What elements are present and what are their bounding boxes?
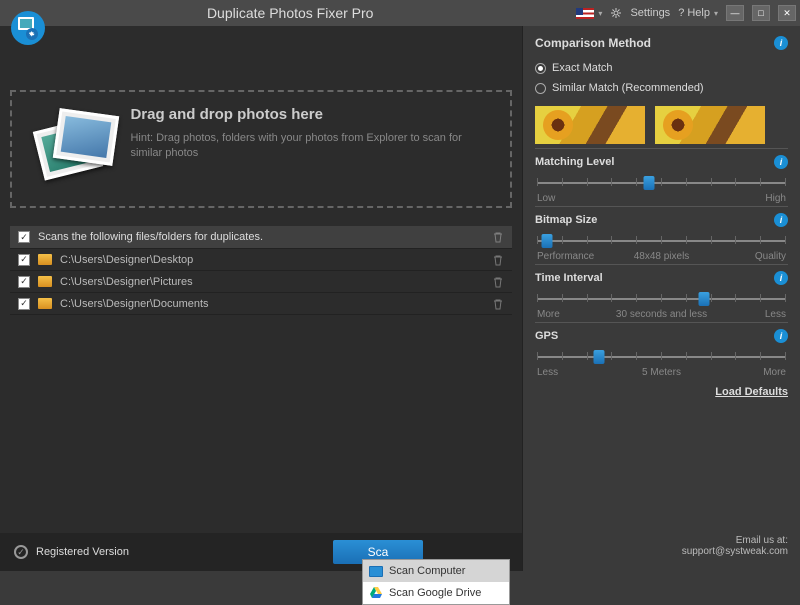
help-link[interactable]: ? Help xyxy=(678,7,710,19)
slider-matching-level[interactable] xyxy=(537,173,786,193)
setting-title: Matching Level xyxy=(535,156,614,168)
list-row[interactable]: ✓ C:\Users\Designer\Pictures xyxy=(10,270,512,292)
info-icon[interactable]: i xyxy=(774,155,788,169)
checkbox-all[interactable]: ✓ xyxy=(18,231,30,243)
setting-title: Time Interval xyxy=(535,272,603,284)
minimize-button[interactable]: — xyxy=(726,5,744,21)
app-title: Duplicate Photos Fixer Pro xyxy=(4,5,576,21)
email-label: Email us at: xyxy=(535,535,788,546)
list-header-text: Scans the following files/folders for du… xyxy=(38,231,263,243)
slider-bitmap-size[interactable] xyxy=(537,231,786,251)
info-icon[interactable]: i xyxy=(774,36,788,50)
monitor-icon xyxy=(369,566,383,577)
list-path: C:\Users\Designer\Pictures xyxy=(60,276,193,288)
sidebar: Comparison Method i Exact Match Similar … xyxy=(522,26,800,571)
info-icon[interactable]: i xyxy=(774,329,788,343)
trash-icon[interactable] xyxy=(492,254,504,266)
list-header: ✓ Scans the following files/folders for … xyxy=(10,226,512,248)
preview-thumbnail xyxy=(655,106,765,144)
checkbox[interactable]: ✓ xyxy=(18,254,30,266)
slider-thumb[interactable] xyxy=(644,176,655,190)
drop-hint: Hint: Drag photos, folders with your pho… xyxy=(130,131,490,162)
slider-gps[interactable] xyxy=(537,347,786,367)
list-path: C:\Users\Designer\Desktop xyxy=(60,254,193,266)
setting-title: Bitmap Size xyxy=(535,214,597,226)
slider-thumb[interactable] xyxy=(541,234,552,248)
slider-thumb[interactable] xyxy=(594,350,605,364)
list-row[interactable]: ✓ C:\Users\Designer\Desktop xyxy=(10,248,512,270)
check-circle-icon: ✓ xyxy=(14,545,28,559)
setting-title: GPS xyxy=(535,330,558,342)
email-address[interactable]: support@systweak.com xyxy=(535,546,788,557)
checkbox[interactable]: ✓ xyxy=(18,298,30,310)
trash-icon[interactable] xyxy=(492,276,504,288)
footer-contact: Email us at: support@systweak.com xyxy=(535,529,788,565)
settings-link[interactable]: Settings xyxy=(630,7,670,19)
main-panel: Drag and drop photos here Hint: Drag pho… xyxy=(0,26,522,571)
language-flag-icon[interactable] xyxy=(576,8,594,19)
radio-label: Exact Match xyxy=(552,62,613,74)
app-logo-icon xyxy=(10,10,46,46)
list-row[interactable]: ✓ C:\Users\Designer\Documents xyxy=(10,292,512,314)
google-drive-icon xyxy=(369,587,383,599)
info-icon[interactable]: i xyxy=(774,271,788,285)
scan-option-google-drive[interactable]: Scan Google Drive xyxy=(363,582,509,604)
radio-exact-match[interactable]: Exact Match xyxy=(535,62,788,74)
scan-option-label: Scan Google Drive xyxy=(389,587,481,599)
radio-similar-match[interactable]: Similar Match (Recommended) xyxy=(535,82,788,94)
drop-photos-icon xyxy=(32,106,112,186)
folder-icon xyxy=(38,254,52,265)
language-dropdown-icon[interactable]: ▾ xyxy=(598,9,602,18)
radio-label: Similar Match (Recommended) xyxy=(552,82,704,94)
scan-option-label: Scan Computer xyxy=(389,565,465,577)
checkbox[interactable]: ✓ xyxy=(18,276,30,288)
trash-icon[interactable] xyxy=(492,231,504,243)
slider-thumb[interactable] xyxy=(698,292,709,306)
load-defaults-link[interactable]: Load Defaults xyxy=(535,386,788,398)
scan-option-computer[interactable]: Scan Computer xyxy=(363,560,509,582)
slider-time-interval[interactable] xyxy=(537,289,786,309)
radio-icon xyxy=(535,63,546,74)
section-comparison-method: Comparison Method i xyxy=(535,36,788,50)
radio-icon xyxy=(535,83,546,94)
close-button[interactable]: ✕ xyxy=(778,5,796,21)
folder-icon xyxy=(38,276,52,287)
help-dropdown-icon[interactable]: ▾ xyxy=(714,9,718,18)
registered-label: Registered Version xyxy=(36,546,129,558)
folder-icon xyxy=(38,298,52,309)
scan-dropdown-list: Scan Computer Scan Google Drive xyxy=(362,559,510,605)
preview-thumbnail xyxy=(535,106,645,144)
list-path: C:\Users\Designer\Documents xyxy=(60,298,209,310)
drop-heading: Drag and drop photos here xyxy=(130,106,490,123)
maximize-button[interactable]: □ xyxy=(752,5,770,21)
titlebar: Duplicate Photos Fixer Pro ▾ Settings ? … xyxy=(0,0,800,26)
trash-icon[interactable] xyxy=(492,298,504,310)
gear-icon[interactable] xyxy=(610,7,622,19)
drop-zone[interactable]: Drag and drop photos here Hint: Drag pho… xyxy=(10,90,512,208)
info-icon[interactable]: i xyxy=(774,213,788,227)
